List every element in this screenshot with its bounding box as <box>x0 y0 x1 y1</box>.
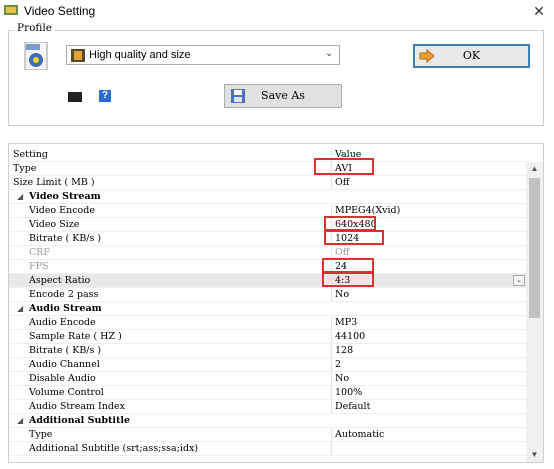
avi-file-icon <box>24 42 48 70</box>
profile-select-value: High quality and size <box>89 49 191 61</box>
aspect-ratio-dropdown-icon[interactable]: ⌄ <box>513 275 525 286</box>
scroll-up-icon[interactable]: ▲ <box>526 162 543 176</box>
film-icon <box>71 49 85 62</box>
grid-row-audio-encode[interactable]: Audio Encode MP3 <box>9 316 527 330</box>
grid-row-crf[interactable]: CRF Off <box>9 246 527 260</box>
grid-row-video-size[interactable]: Video Size 640x480 <box>9 218 527 232</box>
profile-select[interactable]: High quality and size ⌄ <box>66 45 340 65</box>
grid-row-subtitle-file[interactable]: Additional Subtitle (srt;ass;ssa;idx) <box>9 442 527 456</box>
grid-row-video-encode[interactable]: Video Encode MPEG4(Xvid) <box>9 204 527 218</box>
collapse-icon[interactable]: ◢ <box>17 190 23 204</box>
ok-button-label: OK <box>462 49 481 62</box>
highlight-bitrate <box>324 230 384 245</box>
ok-button[interactable]: OK <box>413 44 530 68</box>
grid-row-encode-2-pass[interactable]: Encode 2 pass No <box>9 288 527 302</box>
save-as-label: Save As <box>261 89 305 102</box>
settings-grid: Setting Value Type AVI Size Limit ( MB )… <box>8 143 544 463</box>
grid-header: Setting Value <box>9 148 527 162</box>
collapse-icon[interactable]: ◢ <box>17 302 23 316</box>
grid-scrollbar[interactable]: ▲ ▼ <box>526 162 543 462</box>
title-bar: Video Setting ✕ <box>0 0 554 22</box>
collapse-icon[interactable]: ◢ <box>17 414 23 428</box>
grid-row-audio-channel[interactable]: Audio Channel 2 <box>9 358 527 372</box>
highlight-fps <box>322 258 374 273</box>
grid-row-aspect-ratio[interactable]: Aspect Ratio 4:3 ⌄ <box>9 274 527 288</box>
header-setting: Setting <box>13 149 49 160</box>
grid-row-subtitle-type[interactable]: Type Automatic <box>9 428 527 442</box>
grid-row-fps[interactable]: FPS 24 <box>9 260 527 274</box>
highlight-type <box>314 158 374 175</box>
grid-row-type[interactable]: Type AVI <box>9 162 527 176</box>
scroll-down-icon[interactable]: ▼ <box>526 448 543 462</box>
help-icon[interactable]: ? <box>99 90 111 102</box>
category-video-stream[interactable]: ◢ Video Stream <box>9 190 527 204</box>
command-line-icon[interactable] <box>68 92 82 102</box>
save-as-button[interactable]: Save As <box>224 84 342 108</box>
highlight-aspect-ratio <box>322 272 374 287</box>
grid-row-sample-rate[interactable]: Sample Rate ( HZ ) 44100 <box>9 330 527 344</box>
category-additional-subtitle[interactable]: ◢ Additional Subtitle <box>9 414 527 428</box>
app-icon <box>4 5 18 15</box>
grid-row-disable-audio[interactable]: Disable Audio No <box>9 372 527 386</box>
grid-row-audio-stream-index[interactable]: Audio Stream Index Default <box>9 400 527 414</box>
highlight-video-size <box>324 216 376 231</box>
scroll-thumb[interactable] <box>529 178 540 318</box>
grid-row-size-limit[interactable]: Size Limit ( MB ) Off <box>9 176 527 190</box>
chevron-down-icon: ⌄ <box>325 48 334 59</box>
category-audio-stream[interactable]: ◢ Audio Stream <box>9 302 527 316</box>
grid-row-video-bitrate[interactable]: Bitrate ( KB/s ) 1024 <box>9 232 527 246</box>
profile-legend: Profile <box>14 22 55 34</box>
window-title: Video Setting <box>24 4 96 18</box>
close-icon[interactable]: ✕ <box>528 1 550 21</box>
grid-row-volume-control[interactable]: Volume Control 100% <box>9 386 527 400</box>
grid-row-audio-bitrate[interactable]: Bitrate ( KB/s ) 128 <box>9 344 527 358</box>
